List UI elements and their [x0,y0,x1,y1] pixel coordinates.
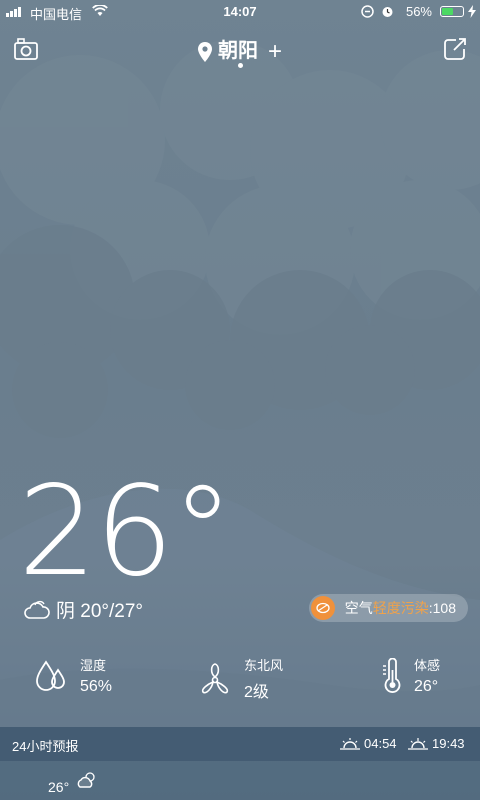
humidity-icon [36,659,65,691]
aqi-value: :108 [428,600,456,616]
hourly-forecast-strip[interactable]: 26° [0,761,480,800]
feels-like-label: 体感 [414,658,441,673]
feels-like-value: 26° [414,678,439,695]
battery-icon [440,6,464,17]
sunrise-info: 04:54 [340,736,397,751]
cloudy-icon [24,600,50,619]
humidity-label: 湿度 [80,658,107,673]
share-icon[interactable] [444,38,466,60]
humidity-value: 56% [80,678,113,695]
alarm-icon [382,7,393,17]
partly-cloudy-icon [77,772,95,788]
sunset-time: 19:43 [432,736,465,751]
status-bar: 中国电信 14:07 56% [0,0,480,24]
battery-level [442,8,453,15]
current-temperature: 26° [18,460,234,604]
thermometer-icon [383,657,401,693]
location-pin-icon [197,41,212,62]
humidity-detail: 湿度 56% [34,655,112,696]
battery-percent: 56% [405,4,432,19]
sunset-icon [408,737,428,750]
city-name: 朝阳 [217,40,258,62]
wind-level-value: 2级 [244,684,269,701]
aqi-label: 空气 [344,600,373,616]
aqi-level: 轻度污染 [372,600,429,616]
city-selector[interactable]: 朝阳 + [0,34,480,66]
sunrise-icon [340,737,360,750]
hourly-temp: 26° [48,779,70,795]
condition-summary: 阴 20°/27° [24,596,143,623]
wind-detail: 东北风 2级 [198,655,283,702]
feels-like-detail: 体感 26° [380,655,440,696]
wind-direction-label: 东北风 [244,658,284,673]
forecast-header: 24小时预报 04:54 19:43 [0,727,480,761]
sunset-info: 19:43 [408,736,465,751]
wind-icon [201,662,229,693]
charging-icon [468,5,476,18]
condition-text: 阴 20°/27° [56,601,144,622]
leaf-icon [310,596,335,620]
location-lock-icon [361,5,374,18]
air-quality-badge[interactable]: 空气 轻度污染:108 [308,594,468,622]
add-city-button[interactable]: + [268,38,282,65]
forecast-title: 24小时预报 [12,739,79,754]
page-indicator-dot [238,63,243,68]
sunrise-time: 04:54 [364,736,397,751]
